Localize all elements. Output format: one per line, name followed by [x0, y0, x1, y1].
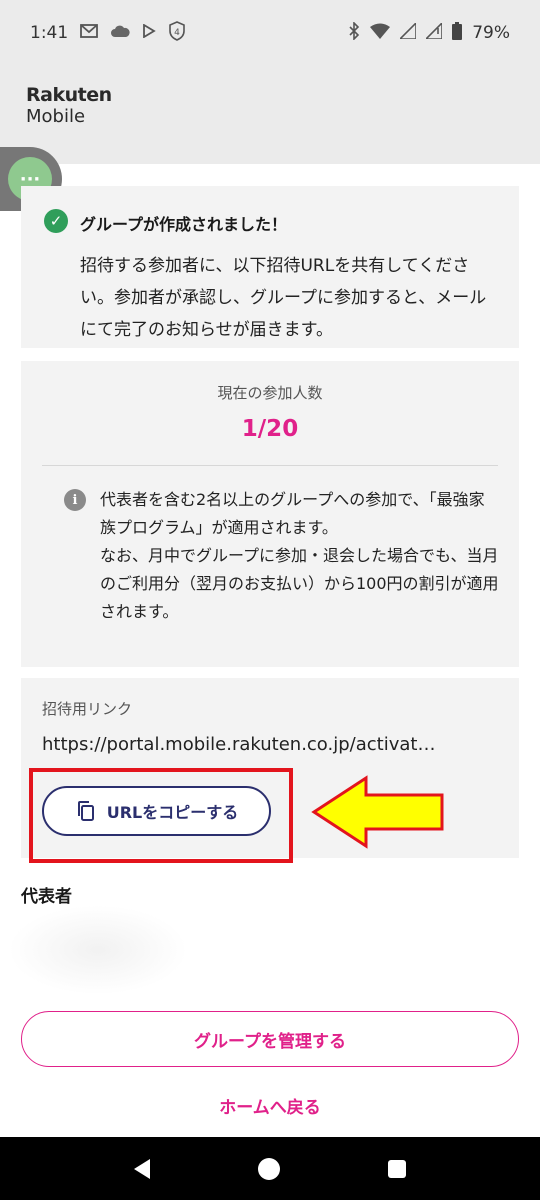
manage-group-button[interactable]: グループを管理する	[21, 1011, 519, 1067]
mail-icon	[80, 24, 99, 42]
invite-url: https://portal.mobile.rakuten.co.jp/acti…	[42, 734, 436, 755]
shield-badge: 4	[174, 28, 180, 38]
back-icon[interactable]	[134, 1158, 150, 1179]
info-icon: i	[64, 489, 86, 511]
program-info-line2: なお、月中でグループに参加・退会した場合でも、当月のご利用分（翌月のお支払い）か…	[100, 546, 499, 621]
play-icon	[142, 23, 156, 42]
status-bar: 1:41 4 79%	[0, 0, 540, 66]
battery-percent: 79%	[472, 23, 510, 43]
signal-icon	[424, 21, 444, 43]
status-right: 79%	[348, 21, 510, 44]
signal-icon	[398, 21, 418, 43]
android-nav-bar	[0, 1137, 540, 1200]
app-header: Rakuten Mobile	[0, 66, 540, 164]
bluetooth-icon	[348, 21, 360, 44]
logo-line2: Mobile	[26, 106, 86, 127]
invite-link-label: 招待用リンク	[42, 700, 133, 718]
back-to-home-link[interactable]: ホームへ戻る	[21, 1093, 519, 1118]
program-info-line1: 代表者を含む2名以上のグループへの参加で、「最強家族プログラム」が適用されます。	[100, 490, 485, 537]
member-count-value: 1/20	[241, 416, 299, 442]
status-left: 1:41 4	[30, 21, 186, 45]
member-count-label: 現在の参加人数	[217, 384, 323, 402]
success-title: グループが作成されました！	[80, 215, 288, 234]
logo-line1: Rakuten	[26, 84, 112, 106]
representative-title: 代表者	[21, 887, 72, 907]
check-circle-icon: ✓	[44, 209, 68, 233]
rakuten-mobile-logo: Rakuten Mobile	[26, 84, 112, 128]
cloud-icon	[110, 24, 130, 42]
representative-blurred-info	[8, 905, 188, 995]
recent-apps-icon[interactable]	[388, 1159, 406, 1178]
highlight-annotation-box	[29, 768, 293, 863]
status-time: 1:41	[30, 23, 69, 43]
arrow-annotation-icon	[311, 775, 444, 849]
divider	[42, 465, 498, 466]
battery-icon	[452, 22, 463, 44]
home-icon[interactable]	[258, 1157, 280, 1180]
success-message: 招待する参加者に、以下招待URLを共有してください。参加者が承認し、グループに参…	[80, 256, 487, 340]
shield-icon: 4	[168, 21, 186, 45]
program-info-text: 代表者を含む2名以上のグループへの参加で、「最強家族プログラム」が適用されます。…	[100, 486, 500, 626]
wifi-icon	[370, 23, 391, 43]
